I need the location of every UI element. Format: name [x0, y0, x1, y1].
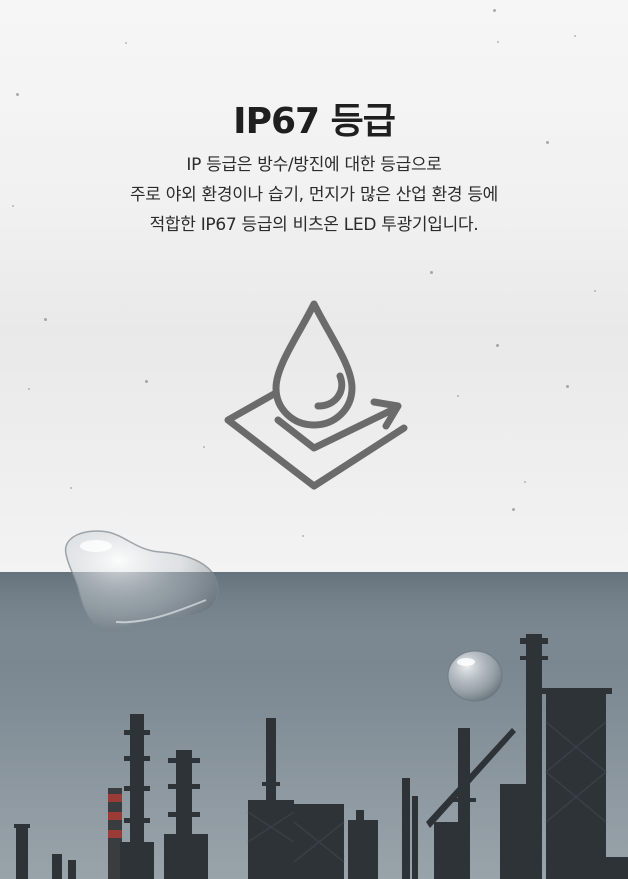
speck: [457, 395, 459, 397]
speck: [203, 446, 205, 448]
speck: [125, 42, 127, 44]
speck: [430, 271, 433, 274]
speck: [574, 35, 576, 37]
speck: [145, 380, 148, 383]
speck: [497, 41, 499, 43]
speck: [28, 388, 30, 390]
section-title: IP67 등급: [233, 101, 396, 142]
speck: [44, 318, 47, 321]
speck: [566, 385, 569, 388]
ip67-section: IP67 등급 IP 등급은 방수/방진에 대한 등급으로 주로 야외 환경이나…: [0, 0, 628, 879]
speck: [496, 344, 499, 347]
description-line: IP 등급은 방수/방진에 대한 등급으로: [186, 155, 442, 175]
speck: [512, 508, 515, 511]
water-droplet-large: [64, 530, 219, 631]
speck: [493, 9, 496, 12]
water-drop-waterproof-icon: [218, 296, 412, 492]
description-line: 적합한 IP67 등급의 비츠온 LED 투광기입니다.: [149, 215, 479, 235]
description-line: 주로 야외 환경이나 습기, 먼지가 많은 산업 환경 등에: [129, 185, 499, 205]
speck: [524, 481, 526, 483]
speck: [70, 487, 72, 489]
section-description: IP 등급은 방수/방진에 대한 등급으로 주로 야외 환경이나 습기, 먼지가…: [0, 150, 628, 240]
speck: [594, 290, 596, 292]
speck: [302, 535, 304, 537]
water-droplet-small: [447, 650, 503, 702]
